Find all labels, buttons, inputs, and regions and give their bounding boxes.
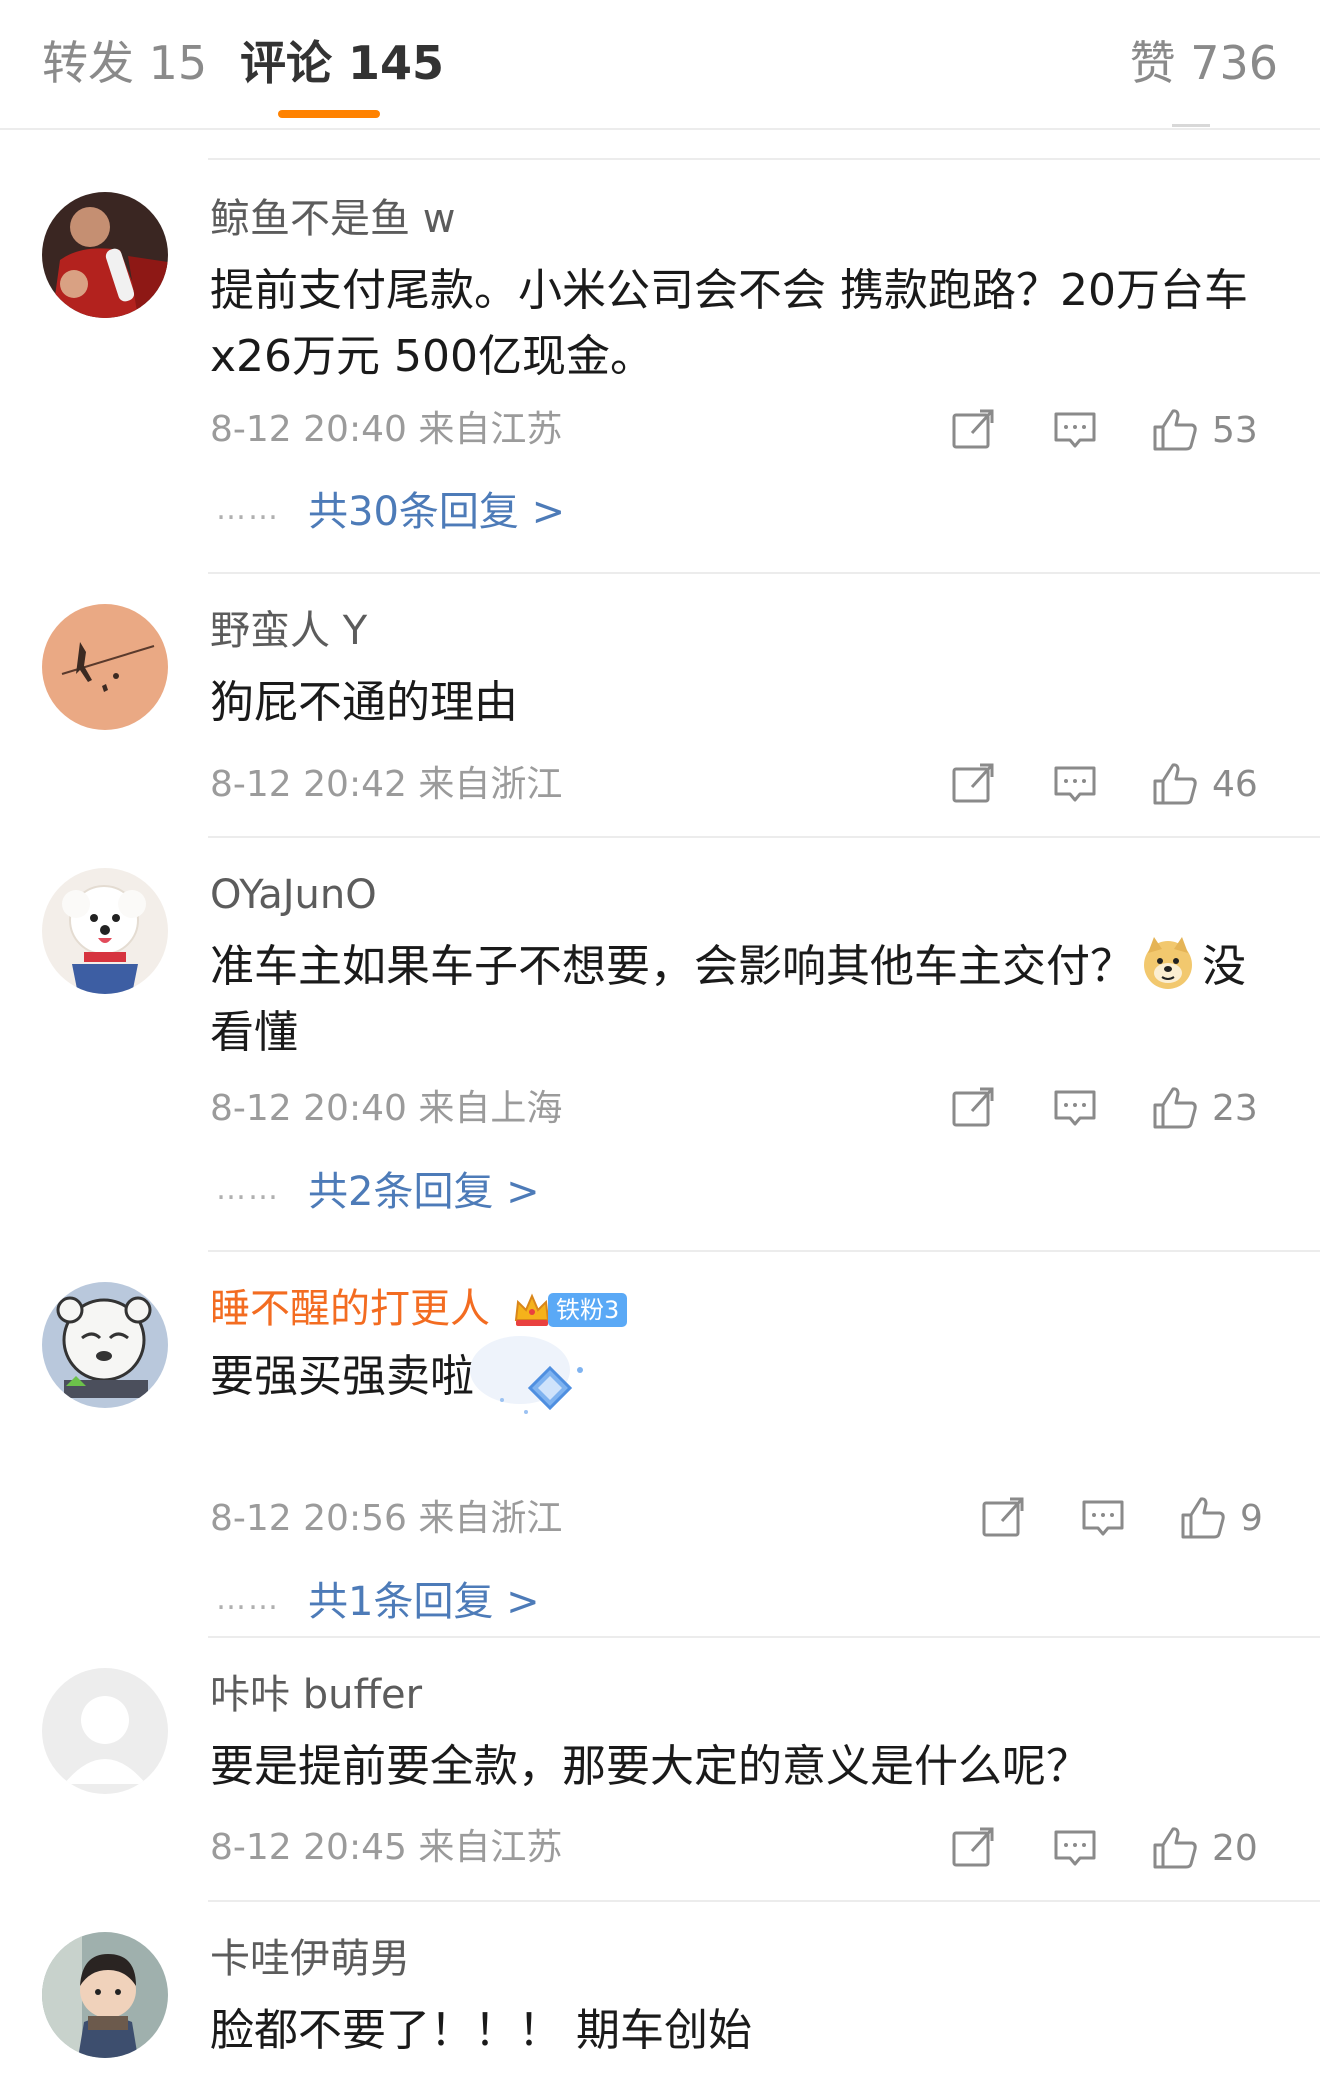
like-count: 53 <box>1212 409 1258 451</box>
avatar[interactable] <box>42 1282 168 1408</box>
replies-label: 共30条回复 > <box>308 489 566 535</box>
divider <box>208 158 1320 160</box>
like-button[interactable]: 53 <box>1150 402 1258 458</box>
reply-button[interactable] <box>1050 402 1100 458</box>
like-count: 20 <box>1212 1827 1258 1869</box>
comment-icon <box>1054 1090 1096 1126</box>
reply-dots: …… <box>216 1172 280 1207</box>
active-tab-indicator <box>278 110 380 118</box>
like-count: 46 <box>1212 763 1258 805</box>
comment-text: 脸都不要了！！！ 期车创始 <box>210 2005 752 2056</box>
comment-actions: 53 <box>948 402 1278 458</box>
comment-text: 狗屁不通的理由 <box>210 677 518 728</box>
thumbs-up-icon <box>1153 1827 1197 1869</box>
scroll-hint <box>1172 124 1210 127</box>
thumbs-up-icon <box>1153 763 1197 805</box>
avatar[interactable] <box>42 1668 168 1794</box>
tab-likes[interactable]: 赞 736 <box>1130 30 1278 96</box>
comment-meta: 8-12 20:42 来自浙江 <box>210 764 563 805</box>
comment-meta: 8-12 20:45 来自江苏 <box>210 1827 563 1868</box>
share-icon <box>952 763 994 803</box>
comment-item: 咔咔 buffer 要是提前要全款，那要大定的意义是什么呢？ 8-12 20:4… <box>0 1638 1320 1900</box>
reply-dots: …… <box>216 492 280 527</box>
fan-badge: 铁粉3 <box>512 1292 628 1328</box>
avatar[interactable] <box>42 604 168 730</box>
view-replies-link[interactable]: …… 共1条回复 > <box>216 1570 540 1632</box>
share-button[interactable] <box>948 756 998 812</box>
reply-button[interactable] <box>1050 1820 1100 1876</box>
share-icon <box>952 1827 994 1867</box>
comment-meta: 8-12 20:40 来自江苏 <box>210 409 563 450</box>
share-button[interactable] <box>978 1490 1028 1546</box>
reply-dots: …… <box>216 1582 280 1617</box>
comment-actions: 20 <box>948 1820 1278 1876</box>
comment-icon <box>1054 412 1096 448</box>
share-button[interactable] <box>948 1820 998 1876</box>
comment-text: 要强买强卖啦 <box>210 1351 474 1402</box>
replies-label: 共2条回复 > <box>308 1169 540 1215</box>
username[interactable]: 卡哇伊萌男 <box>210 1930 410 1988</box>
username[interactable]: 鲸鱼不是鱼 w <box>210 190 455 248</box>
comment-actions: 46 <box>948 756 1278 812</box>
replies-label: 共1条回复 > <box>308 1579 540 1625</box>
comment-item: 睡不醒的打更人 铁粉3 要强买强卖啦 8-12 20:56 来自浙江 9 …… 共… <box>0 1252 1320 1636</box>
tab-comments[interactable]: 评论 145 <box>240 30 444 96</box>
thumbs-up-icon <box>1181 1497 1225 1539</box>
share-icon <box>952 1087 994 1127</box>
comment-text-part: 准车主如果车子不想要，会影响其他车主交付？ <box>210 941 1134 992</box>
fan-level: 铁粉3 <box>548 1293 628 1327</box>
reply-button[interactable] <box>1078 1490 1128 1546</box>
avatar[interactable] <box>42 1932 168 2058</box>
thumbs-up-icon <box>1153 1087 1197 1129</box>
username[interactable]: 睡不醒的打更人 <box>210 1280 490 1338</box>
comment-text: 准车主如果车子不想要，会影响其他车主交付？ 没看懂 <box>210 934 1280 1066</box>
username[interactable]: 咔咔 buffer <box>210 1666 422 1724</box>
crown-icon <box>514 1293 550 1326</box>
comment-icon <box>1054 766 1096 802</box>
comment-actions: 9 <box>978 1490 1278 1546</box>
comment-actions: 23 <box>948 1080 1278 1136</box>
comment-item: 鲸鱼不是鱼 w 提前支付尾款。小米公司会不会 携款跑路？20万台车 x26万元 … <box>0 162 1320 570</box>
like-button[interactable]: 20 <box>1150 1820 1258 1876</box>
share-icon <box>952 409 994 449</box>
thumbs-up-icon <box>1153 409 1197 451</box>
avatar[interactable] <box>42 192 168 318</box>
comment-icon <box>1082 1500 1124 1536</box>
comment-item: 卡哇伊萌男 脸都不要了！！！ 期车创始 <box>0 1902 1320 2084</box>
comment-meta: 8-12 20:40 来自上海 <box>210 1088 563 1129</box>
like-count: 23 <box>1212 1087 1258 1129</box>
comment-item: 野蛮人 Y 狗屁不通的理由 8-12 20:42 来自浙江 46 <box>0 574 1320 836</box>
doge-emoji <box>1144 937 1192 989</box>
share-icon <box>982 1497 1024 1537</box>
comment-item: OYaJunO 准车主如果车子不想要，会影响其他车主交付？ 没看懂 8-12 20… <box>0 838 1320 1248</box>
username[interactable]: 野蛮人 Y <box>210 602 367 660</box>
comment-text: 要是提前要全款，那要大定的意义是什么呢？ <box>210 1741 1090 1792</box>
share-button[interactable] <box>948 402 998 458</box>
like-button[interactable]: 46 <box>1150 756 1258 812</box>
comment-text: 提前支付尾款。小米公司会不会 携款跑路？20万台车 x26万元 500亿现金。 <box>210 265 1248 382</box>
tab-bar: 转发 15 评论 145 赞 736 <box>0 0 1320 130</box>
view-replies-link[interactable]: …… 共30条回复 > <box>216 480 565 542</box>
like-button[interactable]: 9 <box>1178 1490 1263 1546</box>
like-count: 9 <box>1240 1497 1263 1539</box>
view-replies-link[interactable]: …… 共2条回复 > <box>216 1160 540 1222</box>
comment-meta: 8-12 20:56 来自浙江 <box>210 1498 563 1539</box>
username[interactable]: OYaJunO <box>210 866 377 924</box>
avatar[interactable] <box>42 868 168 994</box>
comment-icon <box>1054 1830 1096 1866</box>
share-button[interactable] <box>948 1080 998 1136</box>
diamond-sticker-icon <box>470 1336 583 1414</box>
reply-button[interactable] <box>1050 1080 1100 1136</box>
reply-button[interactable] <box>1050 756 1100 812</box>
like-button[interactable]: 23 <box>1150 1080 1258 1136</box>
tab-repost[interactable]: 转发 15 <box>42 30 207 96</box>
